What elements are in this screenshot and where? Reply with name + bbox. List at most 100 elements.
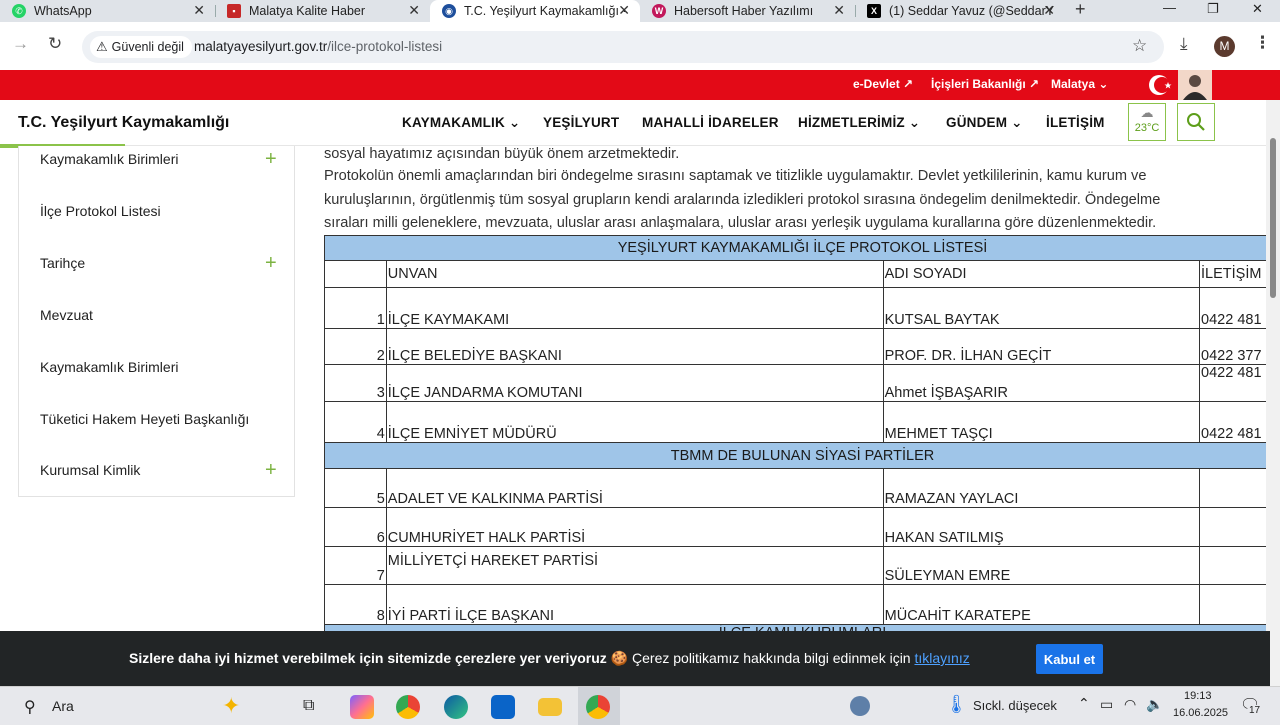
table-title: YEŞİLYURT KAYMAKAMLIĞI İLÇE PROTOKOL LİS… (324, 235, 1280, 261)
copilot-app-icon[interactable] (350, 695, 374, 719)
file-explorer-icon[interactable] (538, 698, 562, 716)
row-number: 1 (324, 287, 387, 329)
accept-cookies-button[interactable]: Kabul et (1036, 644, 1103, 674)
edge-icon[interactable] (444, 695, 468, 719)
tab-whatsapp[interactable]: ✆ WhatsApp ✕ (0, 0, 215, 22)
download-icon[interactable]: ⤓ (1180, 34, 1188, 54)
notification-count: 17 (1247, 705, 1263, 716)
chrome-icon[interactable] (396, 695, 420, 719)
row-number: 7 (324, 546, 387, 585)
ataturk-portrait (1178, 70, 1212, 100)
volume-icon[interactable]: 🔈 (1146, 696, 1163, 713)
copilot-sparkle-icon[interactable]: ✦ (222, 693, 240, 719)
close-icon[interactable]: ✕ (833, 2, 845, 19)
tab-habersoft[interactable]: W Habersoft Haber Yazılımı ✕ (640, 0, 855, 22)
new-tab-button[interactable]: + (1075, 0, 1086, 20)
clock-time[interactable]: 19:13 (1184, 690, 1212, 702)
intro-paragraph-line: sıraları milli geleneklere, mevzuata, ul… (324, 215, 1157, 231)
battery-icon[interactable]: ▭ (1100, 696, 1113, 713)
close-window-button[interactable]: ✕ (1252, 1, 1263, 17)
row-title: CUMHURİYET HALK PARTİSİ (385, 507, 884, 547)
taskbar-weather-text[interactable]: Sıckl. düşecek (973, 698, 1057, 713)
outlook-icon[interactable] (491, 695, 515, 719)
nav-hizmetlerimiz[interactable]: HİZMETLERİMİZ ⌄ (798, 115, 920, 131)
close-icon[interactable]: ✕ (618, 2, 630, 19)
clock-date[interactable]: 16.06.2025 (1173, 707, 1228, 719)
scrollbar-thumb[interactable] (1270, 138, 1276, 298)
intro-paragraph-line: Protokolün önemli amaçlarından biri önde… (324, 168, 1147, 184)
tab-yesilyurt-kaymakamligi[interactable]: ◉ T.C. Yeşilyurt Kaymakamlığı · ✕ (430, 0, 640, 22)
nav-gundem[interactable]: GÜNDEM ⌄ (946, 115, 1023, 131)
minimize-button[interactable]: — (1163, 0, 1176, 15)
notifications-bell-icon[interactable]: 🗨 17 (1240, 695, 1263, 717)
expand-plus-icon[interactable]: + (265, 149, 277, 169)
app-tray-icon[interactable] (850, 696, 870, 716)
header-cell: UNVAN (385, 260, 884, 288)
expand-plus-icon[interactable]: + (265, 253, 277, 273)
cookie-policy-link[interactable]: tıklayınız (914, 650, 969, 666)
row-name: KUTSAL BAYTAK (882, 287, 1201, 329)
table-row: 8 İYİ PARTİ İLÇE BAŞKANI MÜCAHİT KARATEP… (324, 584, 1280, 625)
security-label: Güvenli değil (111, 40, 184, 54)
nav-kaymakamlik[interactable]: KAYMAKAMLIK ⌄ (402, 115, 520, 131)
tab-label: WhatsApp (34, 4, 92, 18)
chrome-active-icon[interactable] (586, 695, 610, 719)
table-header-row: UNVAN ADI SOYADI İLETİŞİM (324, 260, 1280, 288)
news-site-icon: ▪ (227, 4, 241, 18)
whatsapp-icon: ✆ (12, 4, 26, 18)
screen: ✆ WhatsApp ✕ ▪ Malatya Kalite Haber ✕ ◉ … (0, 0, 1280, 725)
security-chip[interactable]: ⚠ Güvenli değil (90, 36, 192, 58)
site-brand[interactable]: T.C. Yeşilyurt Kaymakamlığı (18, 114, 229, 132)
row-number: 2 (324, 328, 387, 365)
close-icon[interactable]: ✕ (1043, 2, 1055, 19)
section-title-row: TBMM DE BULUNAN SİYASİ PARTİLER (324, 442, 1280, 469)
row-title: MİLLİYETÇİ HAREKET PARTİSİ (385, 546, 884, 585)
wifi-icon[interactable]: ◠ (1124, 696, 1136, 713)
sidebar-item-tuketici-hakem-heyeti[interactable]: Tüketici Hakem Heyeti Başkanlığı (40, 411, 249, 427)
weather-icon[interactable]: 🌡 (945, 694, 968, 715)
nav-mahalli-idareler[interactable]: MAHALLİ İDARELER (642, 115, 779, 130)
sidebar-item-kaymakamlik-birimleri-2[interactable]: Kaymakamlık Birimleri (40, 359, 178, 375)
url-text[interactable]: malatyayesilyurt.gov.tr/ilce-protokol-li… (194, 39, 442, 54)
close-icon[interactable]: ✕ (193, 2, 205, 19)
chevron-up-icon[interactable]: ⌃ (1078, 695, 1090, 712)
table-row: 6 CUMHURİYET HALK PARTİSİ HAKAN SATILMIŞ (324, 507, 1280, 547)
close-icon[interactable]: ✕ (408, 2, 420, 19)
sidebar-item-ilce-protokol-listesi[interactable]: İlçe Protokol Listesi (40, 203, 161, 219)
e-devlet-link[interactable]: e-Devlet ↗ (853, 77, 913, 91)
row-name: PROF. DR. İLHAN GEÇİT (882, 328, 1201, 365)
search-icon[interactable]: ⚲ (24, 697, 36, 717)
site-search-button[interactable] (1177, 103, 1215, 141)
bookmark-star-icon[interactable]: ☆ (1132, 36, 1147, 56)
cookie-icon: 🍪 (610, 650, 629, 666)
row-title: İLÇE BELEDİYE BAŞKANI (385, 328, 884, 365)
page-scrollbar[interactable] (1266, 100, 1280, 686)
row-title: İLÇE JANDARMA KOMUTANI (385, 364, 884, 402)
x-logo-icon: X (867, 4, 881, 18)
tab-x-seddar-yavuz[interactable]: X (1) Seddar Yavuz (@SeddarY ✕ (855, 0, 1065, 22)
nav-yesilyurt[interactable]: YEŞİLYURT (543, 115, 619, 130)
back-arrow-icon[interactable]: → (12, 34, 29, 54)
table-row: 4 İLÇE EMNİYET MÜDÜRÜ MEHMET TAŞÇI 0422 … (324, 401, 1280, 443)
row-name: MÜCAHİT KARATEPE (882, 584, 1201, 625)
sidebar-item-tarihce[interactable]: Tarihçe (40, 255, 85, 271)
menu-dots-icon[interactable]: ⋮ (1254, 33, 1271, 53)
tab-malatya-kalite-haber[interactable]: ▪ Malatya Kalite Haber ✕ (215, 0, 430, 22)
sidebar-item-mevzuat[interactable]: Mevzuat (40, 307, 93, 323)
sidebar-item-kurumsal-kimlik[interactable]: Kurumsal Kimlik (40, 462, 140, 478)
expand-plus-icon[interactable]: + (265, 460, 277, 480)
restore-button[interactable]: ❐ (1207, 1, 1219, 17)
icisleri-link[interactable]: İçişleri Bakanlığı ↗ (931, 77, 1039, 91)
profile-avatar[interactable]: M (1214, 36, 1235, 57)
nav-iletisim[interactable]: İLETİŞİM (1046, 115, 1105, 130)
row-name: HAKAN SATILMIŞ (882, 507, 1201, 547)
site-header: T.C. Yeşilyurt Kaymakamlığı KAYMAKAMLIK … (0, 100, 1270, 148)
malatya-dropdown[interactable]: Malatya ⌄ (1051, 77, 1108, 91)
task-view-icon[interactable]: ⧉ (303, 697, 314, 715)
reload-icon[interactable]: ↻ (48, 34, 62, 54)
browser-tab-strip: ✆ WhatsApp ✕ ▪ Malatya Kalite Haber ✕ ◉ … (0, 0, 1280, 22)
taskbar-search[interactable]: Ara (52, 698, 74, 714)
sidebar-item-kaymakamlik-birimleri[interactable]: Kaymakamlık Birimleri (40, 151, 178, 167)
address-bar[interactable]: ⚠ Güvenli değil malatyayesilyurt.gov.tr/… (82, 31, 1164, 63)
tab-label: Habersoft Haber Yazılımı (674, 4, 814, 18)
